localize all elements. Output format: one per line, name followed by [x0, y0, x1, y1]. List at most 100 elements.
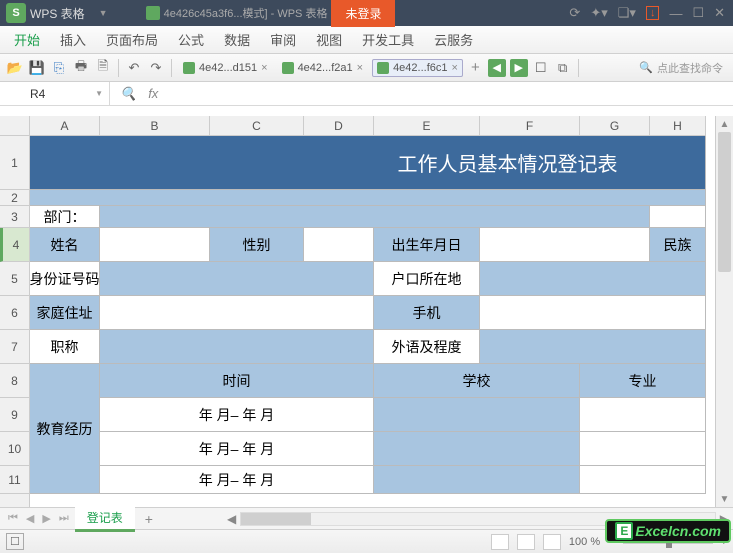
cell-addr-val[interactable] — [100, 296, 374, 330]
file-tab-1[interactable]: 4e42...d151 × — [178, 59, 273, 77]
close-button[interactable]: ✕ — [714, 5, 725, 21]
cell-edu-major-1[interactable] — [580, 398, 706, 432]
cell-lang-val[interactable] — [480, 330, 706, 364]
col-header-H[interactable]: H — [650, 116, 706, 135]
input-mode-icon[interactable]: ☐ — [6, 533, 24, 550]
cell-lang-label[interactable]: 外语及程度 — [374, 330, 480, 364]
menu-formula[interactable]: 公式 — [178, 30, 204, 49]
sheet-last-icon[interactable]: ⏭ — [57, 512, 71, 525]
scroll-thumb[interactable] — [241, 513, 311, 525]
view-normal-icon[interactable] — [491, 534, 509, 550]
cell-edu-time-2[interactable]: 年 月– 年 月 — [100, 432, 374, 466]
col-header-F[interactable]: F — [480, 116, 580, 135]
new-tab-button[interactable]: + — [467, 59, 484, 76]
cell-dept-value[interactable] — [100, 206, 650, 228]
cell-edu-label[interactable]: 教育经历 — [30, 364, 100, 494]
cell-id-val[interactable] — [100, 262, 374, 296]
row-header-10[interactable]: 10 — [0, 432, 29, 466]
menu-insert[interactable]: 插入 — [60, 30, 86, 49]
cell-phone-label[interactable]: 手机 — [374, 296, 480, 330]
cell-edu-time-1[interactable]: 年 月– 年 月 — [100, 398, 374, 432]
row-header-6[interactable]: 6 — [0, 296, 29, 330]
help-icon[interactable]: ❏▾ — [618, 5, 636, 21]
sheet-prev-icon[interactable]: ◀ — [24, 512, 36, 525]
cell-birth-label[interactable]: 出生年月日 — [374, 228, 480, 262]
name-box[interactable]: R4 ▼ — [0, 82, 110, 105]
close-tab-icon[interactable]: × — [452, 62, 458, 74]
cell-hukou-label[interactable]: 户口所在地 — [374, 262, 480, 296]
cell-phone-val[interactable] — [480, 296, 706, 330]
zoom-level[interactable]: 100 % — [569, 536, 600, 548]
menu-review[interactable]: 审阅 — [270, 30, 296, 49]
row-header-1[interactable]: 1 — [0, 136, 29, 190]
cell-title-val[interactable] — [100, 330, 374, 364]
window-icon[interactable]: ☐ — [532, 59, 550, 77]
view-break-icon[interactable] — [543, 534, 561, 550]
fx-label[interactable]: fx — [148, 86, 158, 101]
cell-edu-major-2[interactable] — [580, 432, 706, 466]
undo-icon[interactable]: ↶ — [125, 59, 143, 77]
sheet-tab[interactable]: 登记表 — [75, 506, 135, 532]
col-header-A[interactable]: A — [30, 116, 100, 135]
namebox-dropdown-icon[interactable]: ▼ — [95, 89, 109, 98]
col-header-G[interactable]: G — [580, 116, 650, 135]
skin-icon[interactable]: ✦▾ — [590, 5, 607, 21]
row-header-5[interactable]: 5 — [0, 262, 29, 296]
title-cell[interactable]: 工作人员基本情况登记表 — [30, 136, 706, 190]
select-all-corner[interactable] — [0, 116, 30, 136]
col-header-B[interactable]: B — [100, 116, 210, 135]
cell-dept-label[interactable]: 部门： — [30, 206, 100, 228]
redo-icon[interactable]: ↷ — [147, 59, 165, 77]
export-icon[interactable]: ⎘ — [50, 59, 68, 77]
close-tab-icon[interactable]: × — [261, 62, 267, 74]
cell-school-header[interactable]: 学校 — [374, 364, 580, 398]
product-dropdown-icon[interactable]: ▼ — [91, 8, 116, 18]
cell-ethnic-label[interactable]: 民族 — [650, 228, 706, 262]
row-header-11[interactable]: 11 — [0, 466, 29, 494]
col-header-D[interactable]: D — [304, 116, 374, 135]
cell-edu-major-3[interactable] — [580, 466, 706, 494]
new-sheet-button[interactable]: + — [139, 511, 159, 527]
popout-icon[interactable]: ⧉ — [554, 59, 572, 77]
menu-view[interactable]: 视图 — [316, 30, 342, 49]
login-button[interactable]: 未登录 — [331, 0, 395, 27]
cell-r3-h[interactable] — [650, 206, 706, 228]
cell-edu-school-2[interactable] — [374, 432, 580, 466]
whats-new-icon[interactable]: ↓ — [646, 6, 660, 20]
col-header-E[interactable]: E — [374, 116, 480, 135]
cell-edu-school-1[interactable] — [374, 398, 580, 432]
col-header-C[interactable]: C — [210, 116, 304, 135]
row2-spacer[interactable] — [30, 190, 706, 206]
vertical-scrollbar[interactable]: ▲ ▼ — [715, 116, 733, 507]
row-header-9[interactable]: 9 — [0, 398, 29, 432]
sheet-next-icon[interactable]: ▶ — [40, 512, 52, 525]
view-page-icon[interactable] — [517, 534, 535, 550]
menu-devtools[interactable]: 开发工具 — [362, 30, 414, 49]
open-icon[interactable]: 📂 — [6, 59, 24, 77]
minimize-button[interactable]: — — [669, 6, 682, 21]
scroll-thumb[interactable] — [718, 132, 731, 272]
cell-time-header[interactable]: 时间 — [100, 364, 374, 398]
close-tab-icon[interactable]: × — [357, 62, 363, 74]
cell-birth-val[interactable] — [480, 228, 650, 262]
fx-search-icon[interactable]: 🔍 — [120, 86, 136, 102]
row-header-7[interactable]: 7 — [0, 330, 29, 364]
menu-data[interactable]: 数据 — [224, 30, 250, 49]
command-search[interactable]: 🔍 点此查找命令 — [639, 60, 727, 76]
row-header-2[interactable]: 2 — [0, 190, 29, 206]
cell-grid[interactable]: 工作人员基本情况登记表部门：姓名性别出生年月日民族身份证号码户口所在地家庭住址手… — [30, 136, 715, 507]
file-tab-2[interactable]: 4e42...f2a1 × — [277, 59, 369, 77]
row-header-8[interactable]: 8 — [0, 364, 29, 398]
print-icon[interactable]: 🖶 — [72, 59, 90, 77]
cell-gender-val[interactable] — [304, 228, 374, 262]
menu-cloud[interactable]: 云服务 — [434, 30, 473, 49]
cell-name-val[interactable] — [100, 228, 210, 262]
tab-nav-right-icon[interactable]: ▶ — [510, 59, 528, 77]
print-preview-icon[interactable]: 🗎 — [94, 59, 112, 77]
sync-icon[interactable]: ⟳ — [569, 5, 580, 21]
sheet-first-icon[interactable]: ⏮ — [6, 512, 20, 525]
row-header-3[interactable]: 3 — [0, 206, 29, 228]
maximize-button[interactable]: ☐ — [692, 5, 704, 21]
cell-edu-school-3[interactable] — [374, 466, 580, 494]
cell-gender-label[interactable]: 性别 — [210, 228, 304, 262]
